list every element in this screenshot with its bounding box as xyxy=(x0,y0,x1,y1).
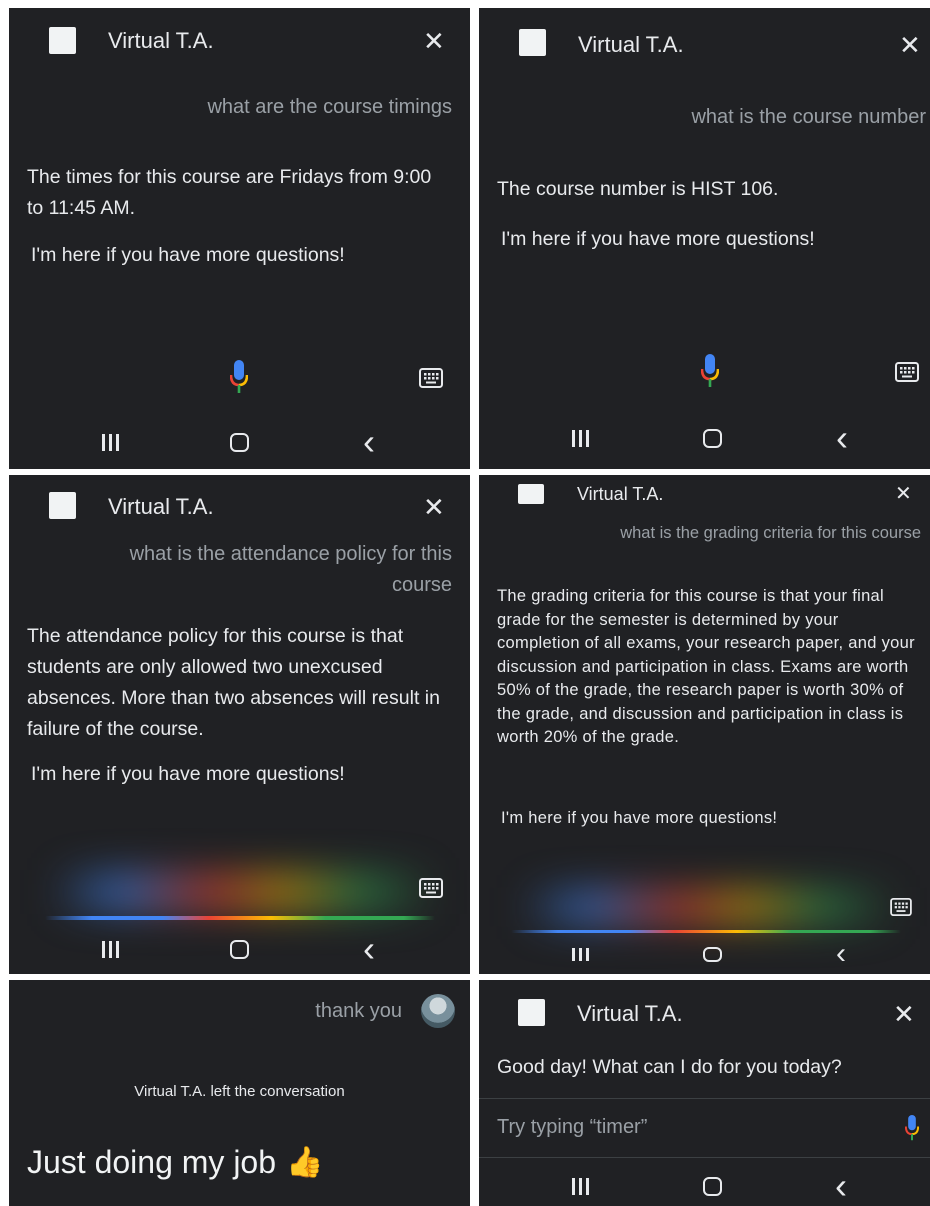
back-icon: ‹ xyxy=(363,928,375,969)
home-button[interactable] xyxy=(697,937,727,971)
keyboard-icon[interactable] xyxy=(419,368,443,388)
listening-bar xyxy=(45,916,435,920)
listening-glow xyxy=(519,887,899,927)
assistant-answer: The grading criteria for this course is … xyxy=(497,587,915,746)
recent-apps-button[interactable] xyxy=(565,1166,595,1206)
assistant-answer: The attendance policy for this course is… xyxy=(27,625,440,740)
home-button[interactable] xyxy=(697,418,727,458)
back-icon: ‹ xyxy=(835,1165,847,1206)
close-icon[interactable]: ✕ xyxy=(895,484,912,504)
app-icon xyxy=(518,999,545,1026)
app-icon xyxy=(49,492,76,519)
thumbs-up-icon: 👍 xyxy=(286,1146,324,1179)
mic-icon[interactable] xyxy=(701,354,719,388)
back-button[interactable]: ‹ xyxy=(826,1165,856,1206)
app-icon xyxy=(49,27,76,54)
navigation-bar: ‹ xyxy=(9,421,470,462)
recent-apps-button[interactable] xyxy=(565,937,595,971)
app-icon xyxy=(519,29,546,56)
back-button[interactable]: ‹ xyxy=(354,421,384,462)
system-note: Virtual T.A. left the conversation xyxy=(134,1083,345,1100)
listening-bar xyxy=(511,930,901,933)
assistant-followup: I'm here if you have more questions! xyxy=(31,763,345,785)
back-button[interactable]: ‹ xyxy=(826,937,856,971)
recent-apps-icon xyxy=(101,433,119,451)
app-title: Virtual T.A. xyxy=(108,494,214,519)
navigation-bar: ‹ xyxy=(479,417,930,458)
recent-apps-button[interactable] xyxy=(565,418,595,458)
assistant-screen-attendance-policy: Virtual T.A. ✕ what is the attendance po… xyxy=(9,475,470,974)
assistant-greeting: Good day! What can I do for you today? xyxy=(497,1056,842,1078)
back-icon: ‹ xyxy=(836,417,848,458)
app-icon xyxy=(518,484,544,504)
keyboard-icon[interactable] xyxy=(895,362,919,382)
recent-apps-icon xyxy=(571,947,589,961)
assistant-screen-course-timings: Virtual T.A. ✕ what are the course timin… xyxy=(9,8,470,469)
home-button[interactable] xyxy=(224,929,254,969)
user-message: thank you xyxy=(315,1000,402,1022)
divider xyxy=(479,1157,930,1158)
navigation-bar: ‹ xyxy=(479,937,930,971)
recent-apps-button[interactable] xyxy=(95,422,125,462)
app-title: Virtual T.A. xyxy=(108,28,214,53)
home-icon xyxy=(702,946,722,962)
keyboard-icon[interactable] xyxy=(419,878,443,898)
back-icon: ‹ xyxy=(363,421,375,462)
assistant-screen-grading-criteria: Virtual T.A. ✕ what is the grading crite… xyxy=(479,475,930,974)
chat-screen-goodbye: thank you Virtual T.A. left the conversa… xyxy=(9,980,470,1206)
navigation-bar: ‹ xyxy=(479,1165,930,1206)
assistant-followup: I'm here if you have more questions! xyxy=(501,228,815,250)
back-icon: ‹ xyxy=(836,937,846,970)
home-button[interactable] xyxy=(224,422,254,462)
assistant-followup: I'm here if you have more questions! xyxy=(31,244,345,266)
recent-apps-icon xyxy=(571,1177,589,1195)
assistant-screen-greeting: Virtual T.A. ✕ Good day! What can I do f… xyxy=(479,980,930,1206)
text-input-field[interactable]: Try typing “timer” xyxy=(479,1099,930,1157)
mic-icon[interactable] xyxy=(905,1115,919,1141)
mic-icon[interactable] xyxy=(230,360,248,394)
home-icon xyxy=(702,428,722,448)
listening-glow xyxy=(49,870,439,914)
user-query: what are the course timings xyxy=(207,96,452,118)
recent-apps-icon xyxy=(101,940,119,958)
back-button[interactable]: ‹ xyxy=(354,928,384,969)
close-icon[interactable]: ✕ xyxy=(423,28,445,54)
keyboard-icon[interactable] xyxy=(890,898,912,916)
app-title: Virtual T.A. xyxy=(578,32,684,57)
assistant-answer: The course number is HIST 106. xyxy=(497,178,779,200)
assistant-followup: I'm here if you have more questions! xyxy=(501,809,778,827)
assistant-answer: The times for this course are Fridays fr… xyxy=(27,166,432,219)
app-title: Virtual T.A. xyxy=(577,484,664,504)
avatar[interactable] xyxy=(421,994,455,1028)
close-icon[interactable]: ✕ xyxy=(899,32,921,58)
recent-apps-icon xyxy=(571,429,589,447)
user-query: what is the grading criteria for this co… xyxy=(620,524,921,542)
user-query: what is the attendance policy for this c… xyxy=(129,543,452,596)
assistant-screen-course-number: Virtual T.A. ✕ what is the course number… xyxy=(479,8,930,469)
assistant-reply-text: Just doing my job xyxy=(27,1144,277,1180)
home-icon xyxy=(229,939,249,959)
close-icon[interactable]: ✕ xyxy=(423,494,445,520)
assistant-reply: Just doing my job 👍 xyxy=(27,1144,323,1181)
user-query: what is the course number xyxy=(691,106,926,128)
app-title: Virtual T.A. xyxy=(577,1001,683,1026)
back-button[interactable]: ‹ xyxy=(827,417,857,458)
home-icon xyxy=(702,1176,722,1196)
home-icon xyxy=(229,432,249,452)
home-button[interactable] xyxy=(697,1166,727,1206)
close-icon[interactable]: ✕ xyxy=(893,1001,915,1027)
input-placeholder: Try typing “timer” xyxy=(497,1116,648,1138)
recent-apps-button[interactable] xyxy=(95,929,125,969)
navigation-bar: ‹ xyxy=(9,928,470,969)
